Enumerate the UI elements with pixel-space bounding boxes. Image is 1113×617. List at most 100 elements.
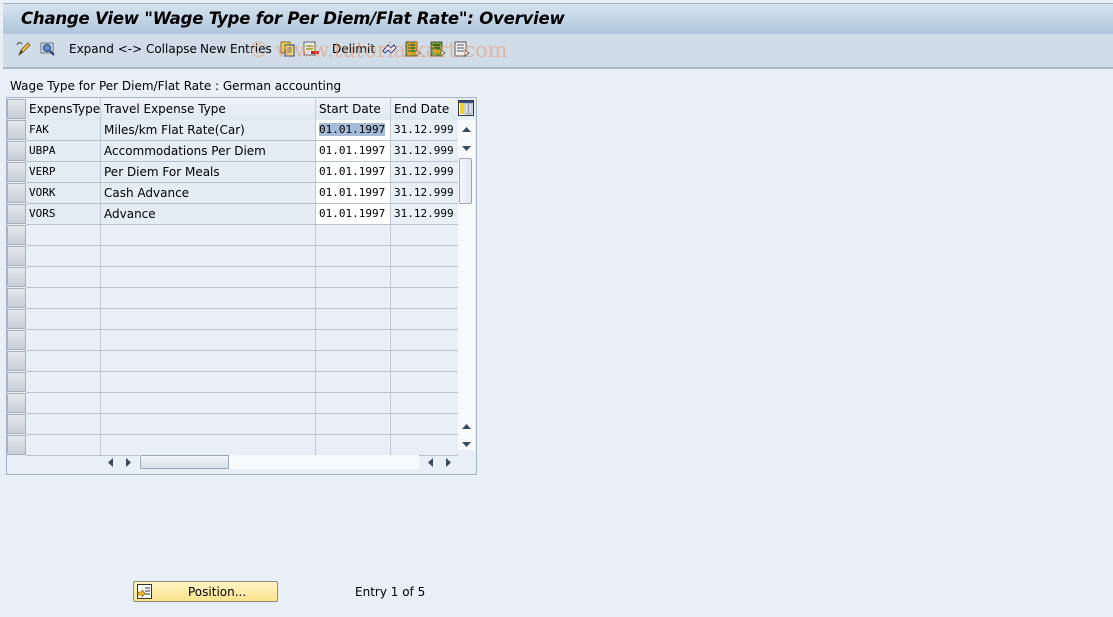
expand-collapse-button[interactable]: Expand <-> Collapse: [69, 42, 197, 56]
scroll-right-end-icon[interactable]: [444, 458, 452, 467]
row-selector-button[interactable]: [7, 435, 26, 455]
scroll-left-end-icon[interactable]: [427, 458, 435, 467]
vertical-scroll-thumb[interactable]: [459, 158, 472, 204]
cell-start-date[interactable]: 01.01.1997: [316, 204, 391, 225]
cell-expens-type[interactable]: [26, 225, 101, 246]
new-entries-button[interactable]: New Entries: [200, 42, 272, 56]
row-selector-button[interactable]: [7, 309, 26, 329]
row-selector-button[interactable]: [7, 204, 26, 224]
cell-start-date[interactable]: [316, 330, 391, 351]
cell-expens-type[interactable]: [26, 414, 101, 435]
cell-expens-type[interactable]: [26, 393, 101, 414]
cell-start-date[interactable]: [316, 288, 391, 309]
row-selector-button[interactable]: [7, 183, 26, 203]
scroll-left-icon[interactable]: [107, 458, 115, 467]
cell-end-date[interactable]: [391, 225, 458, 246]
cell-travel-expense-type[interactable]: [101, 225, 316, 246]
cell-end-date[interactable]: [391, 267, 458, 288]
row-selector-button[interactable]: [7, 351, 26, 371]
find-icon[interactable]: [40, 41, 56, 57]
cell-start-date[interactable]: 01.01.1997: [316, 141, 391, 162]
cell-end-date[interactable]: [391, 372, 458, 393]
scroll-right-icon[interactable]: [124, 458, 132, 467]
row-selector-button[interactable]: [7, 141, 26, 161]
horizontal-scroll-thumb[interactable]: [140, 455, 229, 469]
cell-end-date[interactable]: [391, 435, 458, 456]
empty-table-row: [7, 351, 458, 372]
cell-end-date[interactable]: [391, 309, 458, 330]
cell-start-date[interactable]: [316, 393, 391, 414]
cell-end-date-value: 31.12.999: [394, 144, 454, 157]
cell-travel-expense-type[interactable]: [101, 414, 316, 435]
horizontal-scrollbar[interactable]: [102, 454, 454, 470]
select-block-icon[interactable]: [430, 41, 446, 57]
cell-travel-expense-type[interactable]: [101, 351, 316, 372]
cell-start-date[interactable]: [316, 246, 391, 267]
column-header-travel-expense-type[interactable]: Travel Expense Type: [101, 98, 316, 120]
select-all-rows-button[interactable]: [7, 99, 26, 119]
delimit-button[interactable]: Delimit: [332, 42, 375, 56]
cell-end-date[interactable]: [391, 330, 458, 351]
cell-end-date[interactable]: [391, 246, 458, 267]
row-selector-button[interactable]: [7, 330, 26, 350]
cell-travel-expense-type-value: Miles/km Flat Rate(Car): [104, 123, 245, 137]
cell-start-date[interactable]: 01.01.1997: [316, 162, 391, 183]
cell-expens-type[interactable]: [26, 372, 101, 393]
deselect-all-icon[interactable]: [454, 41, 470, 57]
row-selector-button[interactable]: [7, 414, 26, 434]
cell-start-date[interactable]: [316, 414, 391, 435]
cell-start-date[interactable]: [316, 435, 391, 456]
scroll-down-icon[interactable]: [461, 144, 472, 152]
column-header-start-date[interactable]: Start Date: [316, 98, 391, 120]
cell-expens-type[interactable]: [26, 351, 101, 372]
scroll-up-icon[interactable]: [461, 126, 472, 134]
column-header-expens-type[interactable]: ExpensType: [26, 98, 101, 120]
copy-as-icon[interactable]: [280, 41, 296, 57]
cell-travel-expense-type[interactable]: [101, 309, 316, 330]
cell-expens-type[interactable]: [26, 330, 101, 351]
cell-travel-expense-type[interactable]: [101, 372, 316, 393]
row-selector-button[interactable]: [7, 162, 26, 182]
scroll-page-up-icon[interactable]: [461, 423, 472, 431]
display-change-icon[interactable]: [16, 41, 32, 57]
undo-change-icon[interactable]: [381, 41, 397, 57]
cell-expens-type[interactable]: [26, 267, 101, 288]
cell-expens-type-value: FAK: [29, 123, 49, 136]
row-selector-button[interactable]: [7, 393, 26, 413]
cell-start-date[interactable]: [316, 267, 391, 288]
column-header-end-date[interactable]: End Date: [391, 98, 458, 120]
cell-travel-expense-type[interactable]: [101, 267, 316, 288]
cell-travel-expense-type[interactable]: [101, 288, 316, 309]
cell-expens-type[interactable]: [26, 246, 101, 267]
cell-end-date[interactable]: [391, 288, 458, 309]
delete-icon[interactable]: [303, 41, 319, 57]
cell-travel-expense-type[interactable]: [101, 393, 316, 414]
cell-end-date[interactable]: [391, 351, 458, 372]
cell-expens-type[interactable]: [26, 309, 101, 330]
row-selector-button[interactable]: [7, 372, 26, 392]
row-selector-button[interactable]: [7, 288, 26, 308]
empty-table-row: [7, 288, 458, 309]
cell-travel-expense-type[interactable]: [101, 435, 316, 456]
cell-start-date[interactable]: 01.01.1997: [316, 120, 391, 141]
cell-end-date[interactable]: [391, 414, 458, 435]
cell-end-date[interactable]: [391, 393, 458, 414]
cell-start-date[interactable]: [316, 372, 391, 393]
cell-start-date[interactable]: [316, 225, 391, 246]
row-selector-button[interactable]: [7, 225, 26, 245]
cell-start-date[interactable]: [316, 309, 391, 330]
cell-expens-type[interactable]: [26, 288, 101, 309]
cell-expens-type[interactable]: [26, 435, 101, 456]
scroll-page-down-icon[interactable]: [461, 440, 472, 448]
position-button[interactable]: Position...: [133, 581, 278, 602]
row-selector-button[interactable]: [7, 120, 26, 140]
cell-start-date[interactable]: [316, 351, 391, 372]
row-selector-button[interactable]: [7, 267, 26, 287]
row-selector-button[interactable]: [7, 246, 26, 266]
cell-travel-expense-type[interactable]: [101, 330, 316, 351]
cell-start-date[interactable]: 01.01.1997: [316, 183, 391, 204]
vertical-scrollbar[interactable]: [458, 120, 475, 450]
cell-travel-expense-type[interactable]: [101, 246, 316, 267]
table-settings-icon[interactable]: [458, 100, 474, 116]
select-all-icon[interactable]: [405, 41, 421, 57]
